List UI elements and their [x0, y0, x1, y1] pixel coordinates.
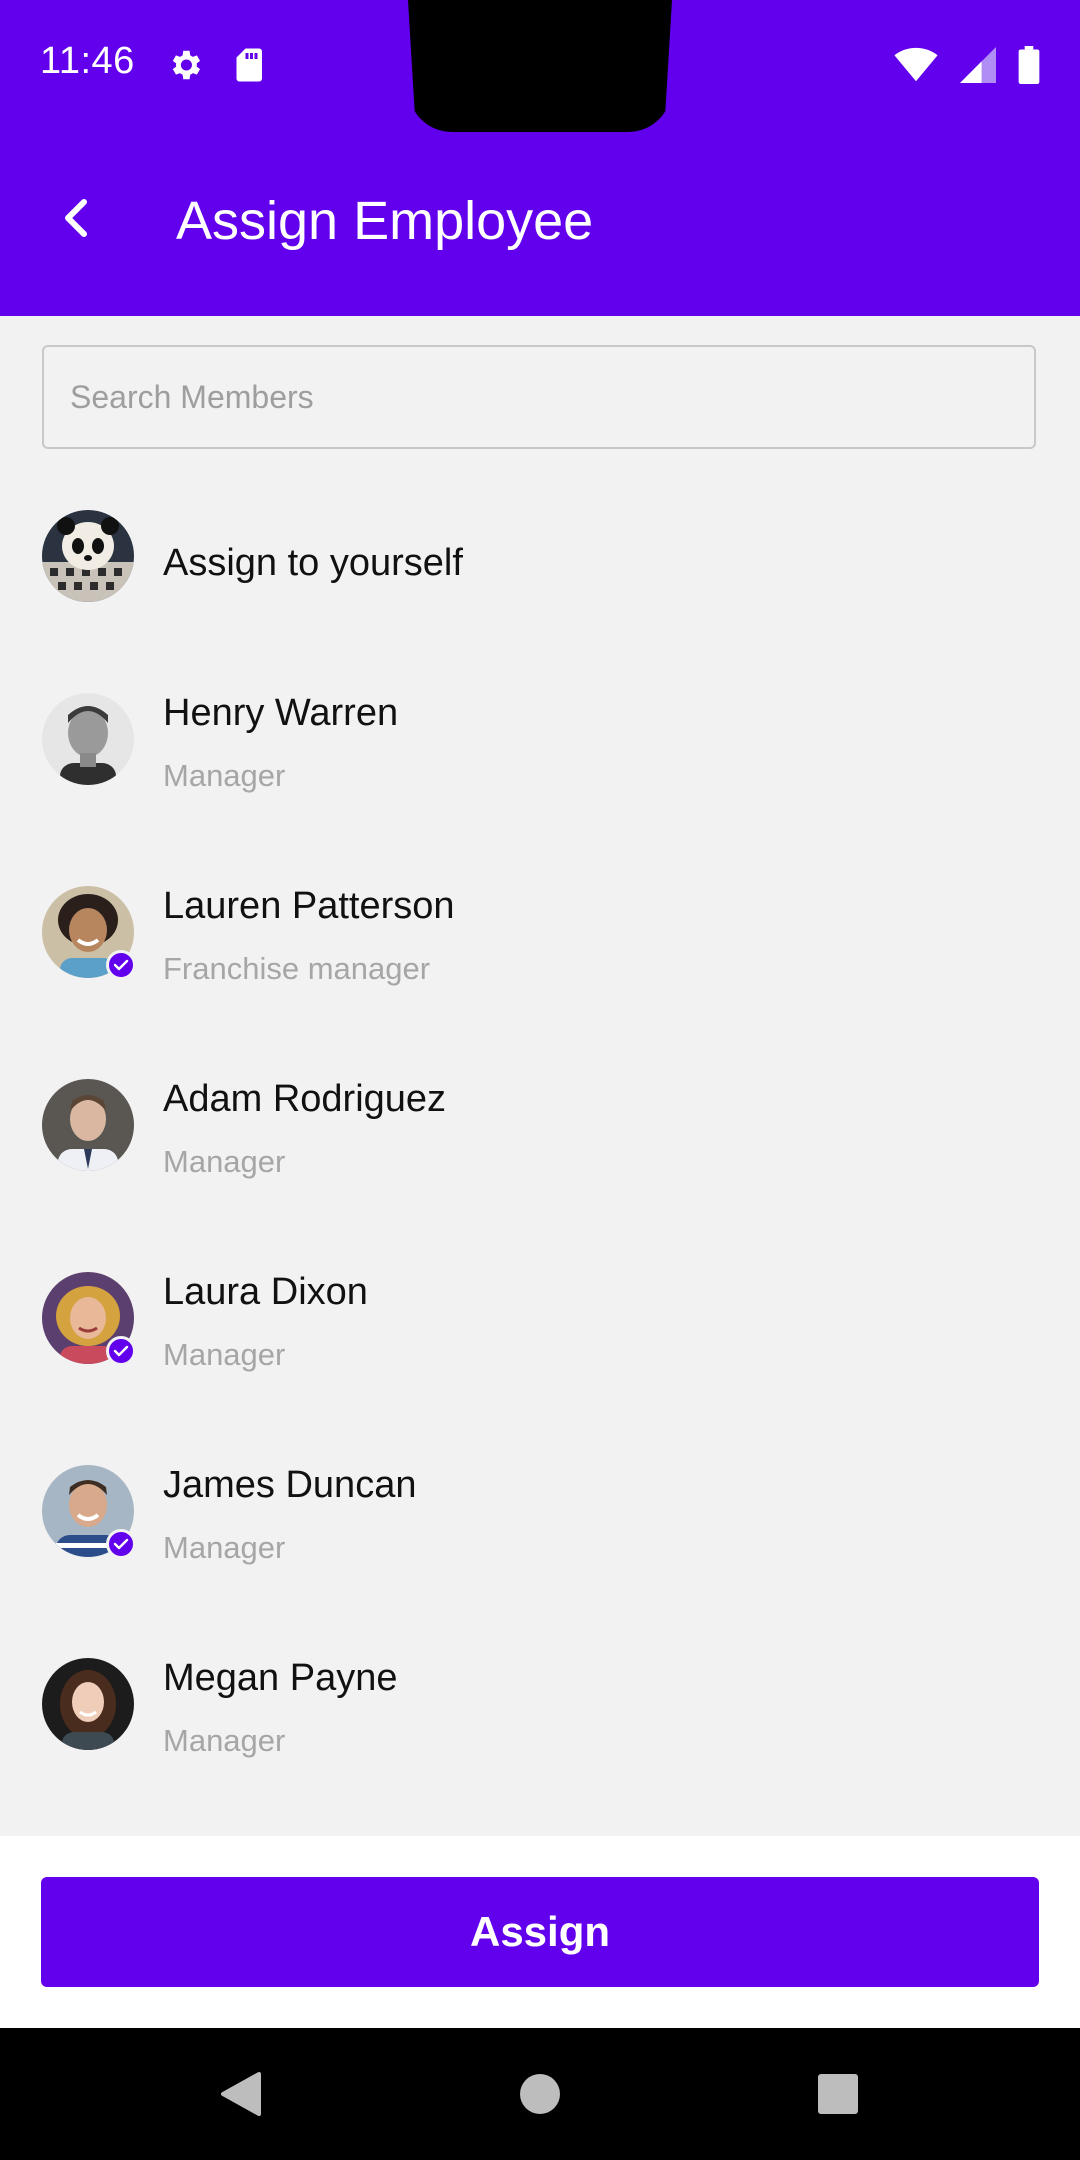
member-name: Adam Rodriguez [163, 1078, 447, 1120]
search-field[interactable] [42, 345, 1036, 449]
selected-check-badge [106, 1336, 136, 1366]
member-item-assign-yourself[interactable]: Assign to yourself [0, 470, 1080, 650]
avatar-image [42, 1658, 134, 1750]
member-role: Manager [163, 758, 286, 793]
status-time: 11:46 [40, 40, 135, 82]
check-icon [113, 1538, 129, 1550]
status-left-icons [166, 46, 266, 89]
member-name: James Duncan [163, 1464, 417, 1506]
member-item[interactable]: Lauren Patterson Franchise manager [0, 843, 1080, 1036]
selected-check-badge [106, 950, 136, 980]
avatar-image [42, 693, 134, 785]
member-name: Henry Warren [163, 692, 399, 734]
member-role: Franchise manager [163, 951, 431, 986]
avatar [42, 886, 136, 980]
sd-card-icon [234, 47, 266, 88]
back-button[interactable] [40, 184, 112, 256]
app-bar: Assign Employee [0, 132, 1080, 316]
avatar-image-panda [42, 510, 134, 602]
member-list: Assign to yourself Henry Warren Manager [0, 470, 1080, 1808]
member-name: Megan Payne [163, 1657, 398, 1699]
member-role: Manager [163, 1144, 286, 1179]
member-item[interactable]: Henry Warren Manager [0, 650, 1080, 843]
avatar [42, 1658, 134, 1750]
nav-back-button[interactable] [211, 2066, 271, 2126]
check-icon [113, 1345, 129, 1357]
recents-square-icon [817, 2073, 859, 2120]
member-name: Lauren Patterson [163, 885, 455, 927]
chevron-left-icon [60, 198, 92, 243]
battery-icon [1018, 46, 1040, 89]
member-item[interactable]: Megan Payne Manager [0, 1615, 1080, 1808]
member-role: Manager [163, 1530, 286, 1565]
avatar [42, 1079, 134, 1171]
search-input[interactable] [44, 347, 1034, 447]
member-item[interactable]: James Duncan Manager [0, 1422, 1080, 1615]
check-icon [113, 959, 129, 971]
member-name: Laura Dixon [163, 1271, 368, 1313]
member-name: Assign to yourself [163, 542, 463, 584]
assign-button[interactable]: Assign [41, 1877, 1039, 1987]
member-item[interactable]: Laura Dixon Manager [0, 1229, 1080, 1422]
member-role: Manager [163, 1723, 286, 1758]
avatar-image [42, 1079, 134, 1171]
wifi-icon [894, 47, 938, 88]
system-nav-bar [0, 2028, 1080, 2160]
bottom-action-panel: Assign [0, 1836, 1080, 2028]
camera-notch [408, 0, 672, 132]
member-role: Manager [163, 1337, 286, 1372]
status-right-icons [894, 46, 1040, 89]
selected-check-badge [106, 1529, 136, 1559]
back-triangle-icon [219, 2070, 263, 2123]
page-title: Assign Employee [176, 191, 594, 251]
nav-home-button[interactable] [510, 2066, 570, 2126]
status-bar: 11:46 [0, 0, 1080, 132]
avatar [42, 693, 134, 785]
avatar [42, 1465, 136, 1559]
member-item[interactable]: Adam Rodriguez Manager [0, 1036, 1080, 1229]
home-circle-icon [519, 2073, 561, 2120]
avatar [42, 1272, 136, 1366]
nav-recents-button[interactable] [808, 2066, 868, 2126]
avatar [42, 510, 134, 602]
settings-icon [166, 46, 204, 89]
cell-signal-icon [960, 47, 996, 88]
